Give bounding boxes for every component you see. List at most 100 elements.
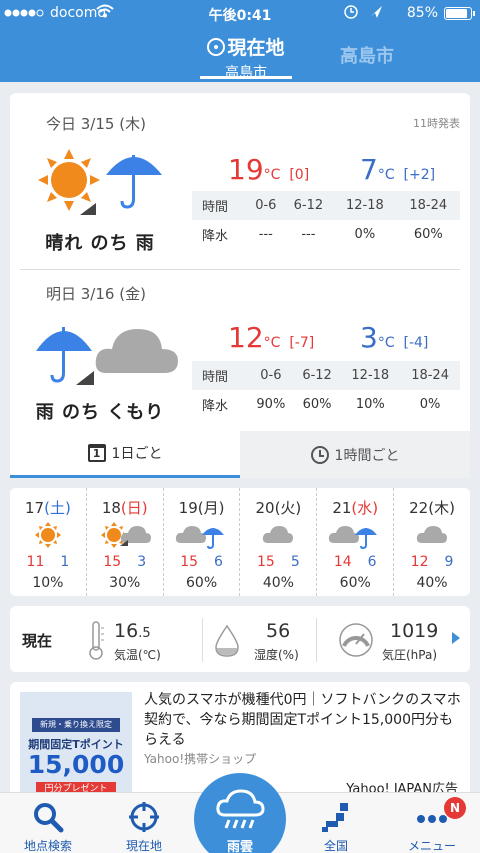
weekly-high: 15: [180, 554, 199, 570]
weekly-low: 6: [214, 554, 223, 570]
tab-daily[interactable]: 1 1日ごと: [10, 431, 240, 478]
weekly-high: 15: [103, 554, 122, 570]
humidity-label: 湿度(%): [254, 648, 299, 662]
sun-icon: [38, 149, 100, 211]
nav-rain-label: 雨雲: [226, 840, 253, 853]
nav-nationwide[interactable]: 全国: [288, 793, 384, 853]
weekly-date: 22(木): [409, 499, 455, 517]
battery-icon: [444, 7, 475, 20]
ad-text[interactable]: 人気のスマホが機種代0円｜ソフトバンクのスマホ契約で、今なら期間固定Tポイント1…: [144, 690, 464, 750]
crosshair-icon: [207, 38, 226, 56]
more-arrow-icon[interactable]: [452, 632, 460, 644]
saved-location-tab[interactable]: 高島市: [340, 42, 394, 68]
temperature-label: 気温(℃): [114, 648, 161, 662]
weekly-day-4[interactable]: 21(水) 14 6 60%: [317, 488, 395, 596]
app-header: docomo 午後0:41 85% 現在地 高島市 高島市: [0, 0, 480, 82]
tab-hourly[interactable]: 1時間ごと: [240, 431, 470, 478]
humidity-obs: 56 湿度(%): [210, 616, 330, 664]
current-location-tab[interactable]: 現在地 高島市: [196, 33, 296, 82]
weekly-low: 3: [137, 554, 147, 570]
today-date: 今日 3/15 (木): [46, 115, 146, 133]
nav-current-location[interactable]: 現在地: [96, 793, 192, 853]
current-location-city: 高島市: [225, 65, 267, 81]
weekly-day-5[interactable]: 22(木) 12 9 40%: [394, 488, 470, 596]
weekly-pop: 60%: [186, 575, 218, 591]
obs-divider: [202, 618, 203, 662]
thermometer-icon: [89, 621, 104, 660]
today-weather-text: 晴れ のち 雨: [45, 233, 155, 254]
weekly-high: 11: [26, 554, 45, 570]
cloud-icon: [263, 526, 294, 543]
today-high-temp: 19°C [0]: [228, 153, 310, 186]
weekly-weather-icon: [87, 518, 163, 552]
weekly-high: 15: [257, 554, 275, 570]
obs-divider: [316, 618, 317, 662]
weekly-weather-icon: [240, 518, 316, 552]
weekly-temps: 15 6: [164, 554, 240, 570]
weekly-date: 19(月): [178, 499, 225, 517]
weekly-weather-icon: [394, 518, 470, 552]
pressure-value: 1019: [390, 620, 439, 642]
cloud-icon: [95, 329, 178, 373]
tomorrow-low-temp: 3°C [-4]: [360, 321, 429, 354]
tomorrow-high-temp: 12°C [-7]: [228, 321, 315, 354]
nav-search[interactable]: 地点検索: [0, 793, 96, 853]
cloud-icon: [175, 526, 206, 543]
search-icon: [34, 803, 64, 833]
weekly-low: 5: [290, 554, 300, 570]
ad-image[interactable]: 新規・乗り換え限定 期間固定Tポイント 15,000 円分プレゼント: [20, 692, 132, 792]
nav-menu[interactable]: N メニュー: [384, 793, 480, 853]
weekly-day-2[interactable]: 19(月) 15 6 60%: [164, 488, 241, 596]
cloud-icon: [329, 526, 360, 543]
tab-hourly-label: 1時間ごと: [334, 447, 400, 464]
ad-image-note: 円分プレゼント: [36, 782, 116, 792]
nav-rain-radar[interactable]: 雨雲: [192, 773, 288, 853]
japan-map-icon: [322, 803, 348, 832]
weekly-pop: 40%: [416, 575, 448, 591]
nav-search-label: 地点検索: [23, 839, 72, 853]
sun-icon: [34, 522, 61, 548]
weekly-high: 14: [333, 554, 352, 570]
today-low-temp: 7°C [+2]: [360, 153, 436, 186]
weekly-date: 20(火): [255, 499, 302, 517]
weekly-temps: 11 1: [10, 554, 86, 570]
cloud-icon: [120, 526, 151, 543]
clock-icon: [310, 445, 329, 464]
pressure-label: 気圧(hPa): [382, 648, 438, 662]
crosshair-icon: [129, 802, 159, 832]
tomorrow-weather-icons: [34, 313, 184, 397]
ad-image-tag: 新規・乗り換え限定: [32, 718, 120, 732]
weekly-date: 21(水): [332, 499, 379, 517]
weekly-temps: 15 3: [87, 554, 163, 570]
weekly-day-3[interactable]: 20(火) 15 5 40%: [240, 488, 318, 596]
weekly-date: 18(日): [101, 499, 148, 517]
weekly-weather-icon: [164, 518, 240, 552]
humidity-value: 56: [266, 620, 291, 642]
status-bar: docomo 午後0:41 85%: [0, 0, 480, 26]
issued-time: 11時発表: [413, 117, 460, 130]
forecast-card: 11時発表 今日 3/15 (木) 晴れ のち 雨 19°C [0] 7°C […: [10, 93, 470, 478]
forecast-mode-tabs: 1 1日ごと 1時間ごと: [10, 431, 470, 478]
weekly-temps: 14 6: [317, 554, 393, 570]
weekly-low: 1: [60, 554, 70, 570]
nav-menu-label: メニュー: [407, 839, 456, 853]
weekly-pop: 60%: [339, 575, 371, 591]
current-observation[interactable]: 現在 16.5 気温(℃) 56 湿度(%) 1019 気圧(hPa): [10, 606, 470, 672]
ad-source: Yahoo!携帯ショップ: [144, 752, 257, 766]
umbrella-icon: [36, 327, 92, 383]
tab-daily-label: 1日ごと: [111, 446, 163, 462]
weekly-day-1[interactable]: 18(日) 15 3 30%: [87, 488, 164, 596]
battery-percent: 85%: [406, 5, 438, 21]
nav-nationwide-label: 全国: [323, 839, 348, 853]
weekly-weather-icon: [10, 518, 86, 552]
weekly-temps: 12 9: [394, 554, 470, 570]
weekly-forecast[interactable]: 17(土) 11 1 10% 18(日) 15 3 30% 19(月) 15 6 60% 20(火) 15…: [10, 488, 470, 596]
rain-cloud-icon: [216, 789, 265, 829]
weekly-pop: 10%: [32, 575, 64, 591]
today-rain-table: 時間 0-6 6-12 12-18 18-24 降水 --- --- 0% 60…: [192, 191, 460, 249]
weekly-day-0[interactable]: 17(土) 11 1 10%: [10, 488, 87, 596]
umbrella-icon: [106, 155, 162, 209]
day-divider: [20, 269, 460, 270]
current-location-title: 現在地: [227, 37, 285, 59]
weekly-high: 12: [410, 554, 429, 570]
